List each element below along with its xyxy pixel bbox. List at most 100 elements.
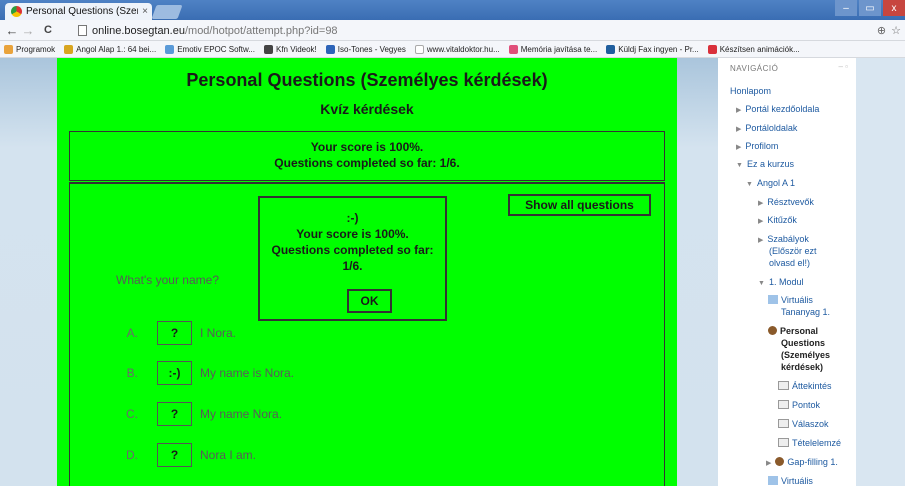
maximize-button[interactable]: ▭ [859, 0, 881, 16]
zoom-icon[interactable]: ⊕ [877, 24, 886, 37]
answer-option: D. ? Nora I am. [117, 443, 256, 467]
sidebar-item-gap-filling[interactable]: ▶ Gap-filling 1. [766, 457, 838, 469]
bookmarks-bar: Programok Angol Alap 1.: 64 bei... Emoti… [0, 41, 905, 58]
tab-title: Personal Questions (Szem [26, 6, 139, 17]
bookmark-item[interactable]: Küldj Fax ingyen - Pr... [606, 44, 699, 54]
answer-check-button[interactable]: :-) [157, 361, 192, 385]
block-toggle-icon[interactable]: – ▫ [838, 62, 848, 71]
bookmark-item[interactable]: Memória javítása te... [508, 44, 597, 54]
answer-check-button[interactable]: ? [157, 402, 192, 426]
page-content: Personal Questions (Személyes kérdések) … [0, 58, 905, 486]
collapse-arrow-icon: ▼ [746, 181, 753, 188]
quiz-subtitle: Kvíz kérdések [320, 101, 414, 117]
page-icon [414, 44, 424, 54]
bookmark-favicon-icon [508, 44, 518, 54]
answer-letter: D. [126, 448, 138, 462]
answer-option: B. :-) My name is Nora. [117, 361, 294, 385]
new-tab-button[interactable] [151, 5, 183, 19]
page-scrollbar-area[interactable] [856, 58, 905, 486]
sidebar-item-current-quiz-line3: (Személyes [781, 350, 831, 360]
hotpot-icon [768, 326, 777, 335]
answer-letter: C. [126, 407, 138, 421]
ok-button[interactable]: OK [347, 289, 392, 313]
answer-check-button[interactable]: ? [157, 443, 192, 467]
chrome-favicon-icon [11, 6, 22, 17]
answer-text: I Nora. [200, 326, 237, 340]
answer-text: My name is Nora. [200, 366, 295, 380]
feedback-progress-label: Questions completed so far: [271, 243, 434, 257]
sidebar-item-virtual-2[interactable]: Virtuális [768, 476, 813, 486]
bookmark-item[interactable]: Készítsen animációk... [707, 44, 800, 54]
sidebar-item-portal-pages[interactable]: ▶ Portáloldalak [736, 123, 797, 135]
url-host: online.bosegtan.eu [92, 24, 185, 37]
resource-icon [768, 476, 778, 485]
sidebar-item-rules-line2: (Először ezt [769, 246, 817, 256]
answer-option: C. ? My name Nora. [117, 402, 282, 426]
sidebar-item-overview[interactable]: Áttekintés [778, 381, 832, 392]
answer-letter: A. [126, 326, 138, 340]
browser-tab[interactable]: Personal Questions (Szem × [5, 3, 152, 20]
feedback-smiley: :-) [346, 211, 359, 225]
bookmark-item[interactable]: Angol Alap 1.: 64 bei... [64, 44, 156, 54]
document-icon [778, 381, 789, 390]
answer-text: Nora I am. [200, 448, 257, 462]
sidebar-item-module-1[interactable]: ▼ 1. Modul [758, 277, 803, 289]
back-button[interactable]: ← [4, 23, 20, 38]
sidebar-item-grades[interactable]: Pontok [778, 400, 820, 411]
address-bar[interactable]: online.bosegtan.eu /mod/hotpot/attempt.p… [78, 22, 901, 39]
expand-arrow-icon: ▶ [736, 144, 742, 151]
bookmark-item[interactable]: www.vitaldoktor.hu... [414, 44, 500, 54]
show-all-questions-button[interactable]: Show all questions [508, 194, 651, 216]
sidebar-item-badges[interactable]: ▶ Kitűzők [758, 215, 797, 227]
sidebar-item-current-quiz-line2: Questions [781, 338, 826, 348]
bookmark-favicon-icon [264, 44, 273, 54]
sidebar-item-participants[interactable]: ▶ Résztvevők [758, 197, 814, 209]
sidebar-item-virtual-material[interactable]: Virtuális [768, 295, 813, 306]
sidebar-header: NAVIGÁCIÓ [730, 64, 779, 73]
sidebar-item-virtual-material-line2: Tananyag 1. [781, 307, 831, 317]
reload-button[interactable]: C [40, 24, 56, 36]
bookmark-item[interactable]: Iso-Tones - Vegyes [325, 44, 406, 54]
bookmark-item[interactable]: Kfn Videok! [264, 44, 317, 54]
bookmark-item[interactable]: Emotiv EPOC Softw... [165, 44, 255, 54]
browser-tabstrip: Personal Questions (Szem × – ▭ x [0, 0, 905, 20]
expand-arrow-icon: ▶ [766, 460, 772, 467]
page-title: Personal Questions (Személyes kérdések) [186, 70, 548, 90]
tab-close-icon[interactable]: × [142, 6, 152, 17]
answer-check-button[interactable]: ? [157, 321, 192, 345]
sidebar-item-responses[interactable]: Válaszok [778, 419, 829, 430]
sidebar-item-profile[interactable]: ▶ Profilom [736, 141, 778, 153]
apps-grid-icon [4, 44, 13, 54]
window-controls: – ▭ x [835, 0, 905, 18]
sidebar-item-rules[interactable]: ▶ Szabályok [758, 234, 809, 246]
answer-text: My name Nora. [200, 407, 283, 421]
minimize-button[interactable]: – [835, 0, 857, 16]
hotpot-icon [775, 457, 785, 466]
window-close-button[interactable]: x [883, 0, 905, 16]
feedback-popup: :-) Your score is 100%. Questions comple… [258, 196, 447, 321]
score-text: Your score is 100%. [310, 140, 424, 154]
answer-letter: B. [126, 366, 138, 380]
sidebar-item-current-quiz[interactable]: Personal [768, 326, 818, 337]
expand-arrow-icon: ▶ [736, 126, 742, 133]
sidebar-item-current-quiz-line4: kérdések) [781, 362, 824, 372]
collapse-arrow-icon: ▼ [758, 280, 765, 287]
bookmark-star-icon[interactable]: ☆ [891, 24, 901, 37]
sidebar-item-course[interactable]: ▼ Angol A 1 [746, 178, 795, 190]
collapse-arrow-icon: ▼ [736, 162, 743, 169]
sidebar-item-item-analysis[interactable]: Tételelemzé [778, 438, 841, 449]
forward-button[interactable]: → [20, 23, 36, 38]
expand-arrow-icon: ▶ [758, 218, 764, 225]
feedback-progress-value: 1/6. [342, 259, 363, 273]
resource-icon [768, 295, 778, 304]
document-icon [778, 419, 789, 428]
browser-toolbar: ← → C online.bosegtan.eu /mod/hotpot/att… [0, 20, 905, 41]
sidebar-item-portal-home[interactable]: ▶ Portál kezdőoldala [736, 104, 819, 116]
bookmark-item[interactable]: Programok [4, 44, 55, 54]
bookmark-favicon-icon [325, 44, 335, 54]
document-icon [778, 438, 789, 447]
sidebar-item-home[interactable]: Honlapom [730, 86, 771, 97]
sidebar-item-this-course[interactable]: ▼ Ez a kurzus [736, 159, 794, 171]
feedback-score: Your score is 100%. [296, 227, 409, 241]
progress-text: Questions completed so far: 1/6. [274, 156, 460, 170]
